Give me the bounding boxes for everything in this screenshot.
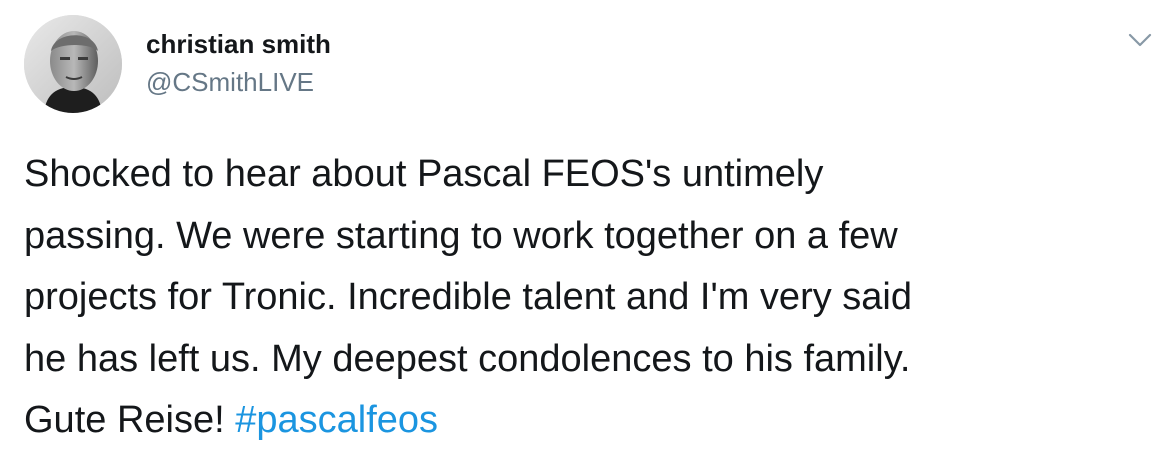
author-info: christian smith @CSmithLIVE <box>146 28 331 98</box>
tweet-text-line: Gute Reise! <box>24 399 236 441</box>
tweet-text-line: passing. We were starting to work togeth… <box>24 214 898 257</box>
profile-photo-icon <box>24 15 122 113</box>
avatar[interactable] <box>24 15 122 113</box>
hashtag-link[interactable]: #pascalfeos <box>235 399 438 441</box>
tweet-card: christian smith @CSmithLIVE Shocked to h… <box>0 0 1172 446</box>
tweet-text: Shocked to hear about Pascal FEOS's unti… <box>24 144 1154 452</box>
tweet-text-line: Shocked to hear about Pascal FEOS's unti… <box>24 153 824 195</box>
tweet-menu-button[interactable] <box>1126 26 1154 54</box>
tweet-text-line: he has left us. My deepest condolences t… <box>24 337 911 380</box>
chevron-down-icon <box>1128 33 1152 47</box>
user-handle[interactable]: @CSmithLIVE <box>146 66 331 98</box>
tweet-text-line: projects for Tronic. Incredible talent a… <box>24 276 912 318</box>
display-name[interactable]: christian smith <box>146 28 331 60</box>
